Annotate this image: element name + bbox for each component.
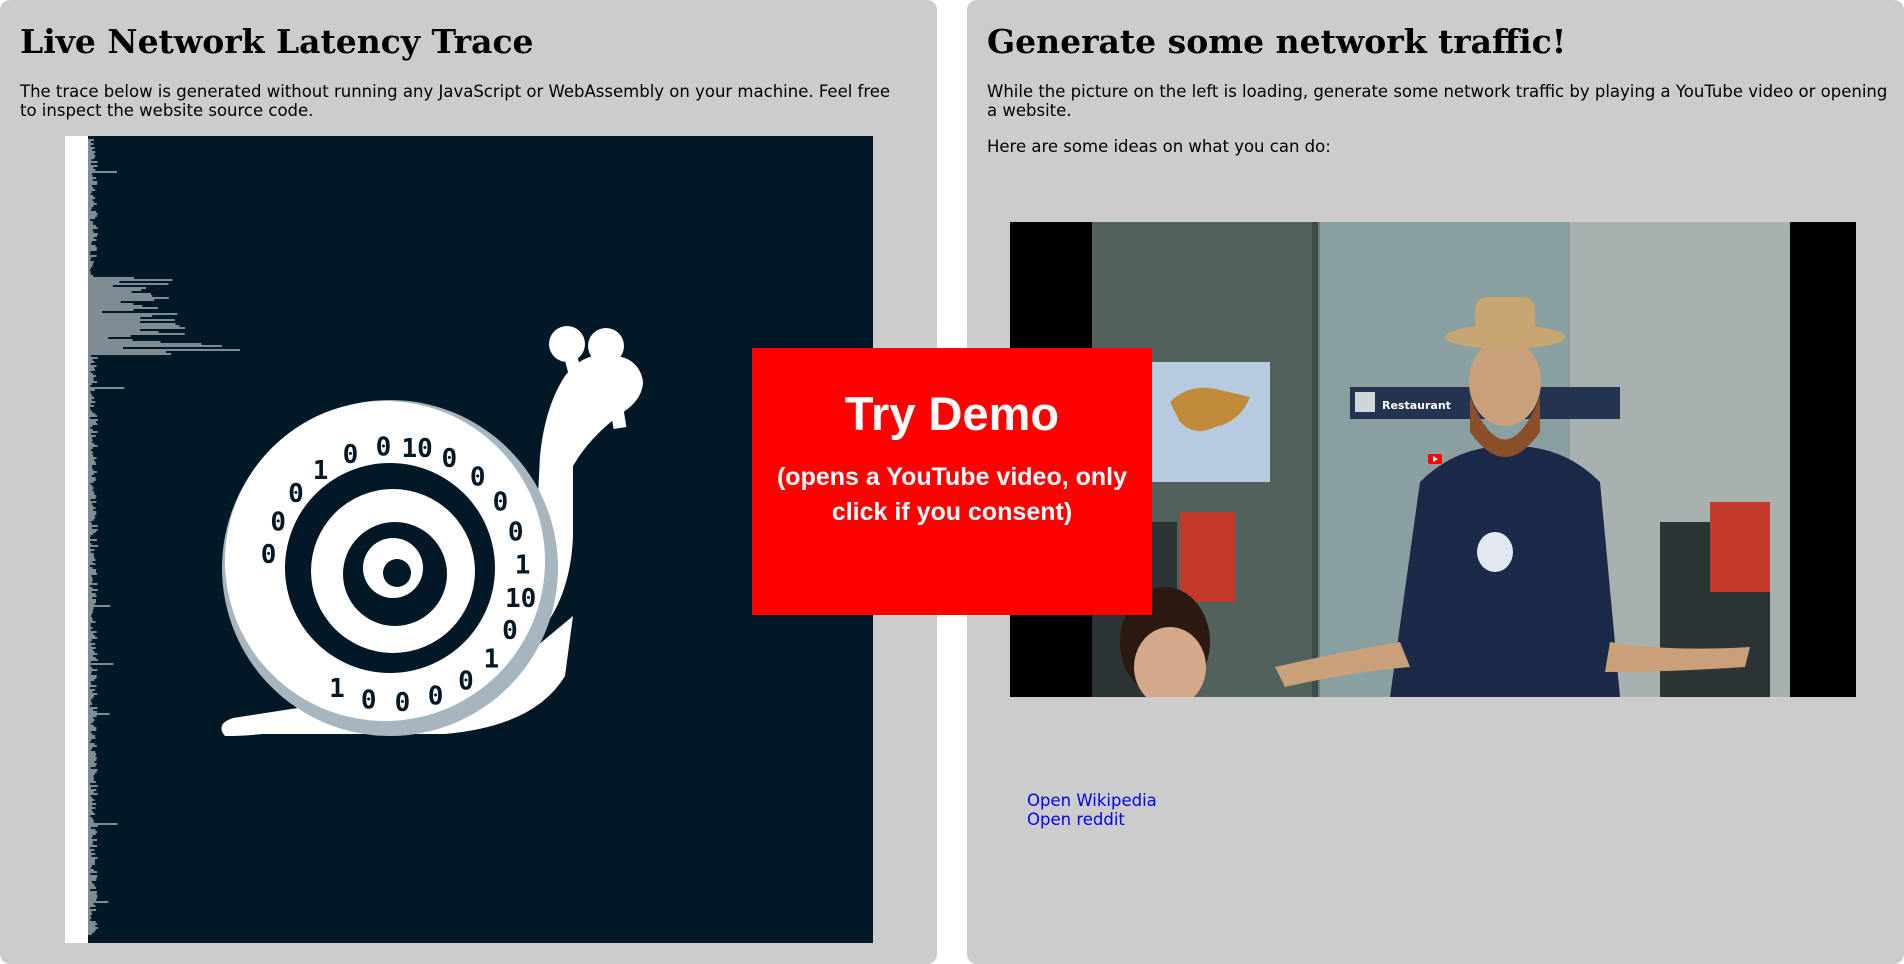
snail-digit: 0 — [361, 685, 377, 715]
open-reddit-link[interactable]: Open reddit — [1027, 810, 1157, 829]
snail-digit: 10 — [505, 584, 536, 614]
snail-digit: 0 — [343, 440, 359, 470]
snail-digit: 0 — [493, 487, 509, 517]
snail-digit: 1 — [515, 551, 531, 581]
try-demo-consent-note: (opens a YouTube video, only click if yo… — [776, 463, 1128, 526]
snail-digit: 0 — [395, 688, 411, 718]
page-title-left: Live Network Latency Trace — [20, 22, 534, 61]
page-title-right: Generate some network traffic! — [987, 22, 1567, 61]
restaurant-sign: Restaurant — [1382, 399, 1451, 412]
snail-digit: 0 — [508, 517, 524, 547]
snail-digit: 0 — [270, 508, 286, 538]
snail-digit: 1 — [329, 674, 345, 704]
trace-description: The trace below is generated without run… — [20, 82, 891, 120]
try-demo-title: Try Demo — [844, 387, 1060, 440]
snail-digit: 0 — [261, 540, 277, 570]
snail-digit: 0 — [441, 444, 457, 474]
snail-digit: 0 — [502, 616, 518, 646]
snail-digit: 0 — [428, 681, 444, 711]
ideas-intro: Here are some ideas on what you can do: — [987, 137, 1331, 156]
snail-digit: 0 — [470, 462, 486, 492]
snail-digit: 10 — [401, 434, 432, 464]
snail-digit: 0 — [458, 667, 474, 697]
idea-links: Open Wikipedia Open reddit — [1027, 791, 1157, 829]
try-demo-button[interactable]: Try Demo (opens a YouTube video, only cl… — [752, 348, 1152, 615]
traffic-description: While the picture on the left is loading… — [987, 82, 1888, 120]
snail-digit: 1 — [483, 644, 499, 674]
snail-digit: 0 — [288, 479, 304, 509]
snail-digit: 0 — [376, 433, 392, 463]
snail-digit: 1 — [313, 456, 329, 486]
open-wikipedia-link[interactable]: Open Wikipedia — [1027, 791, 1157, 810]
